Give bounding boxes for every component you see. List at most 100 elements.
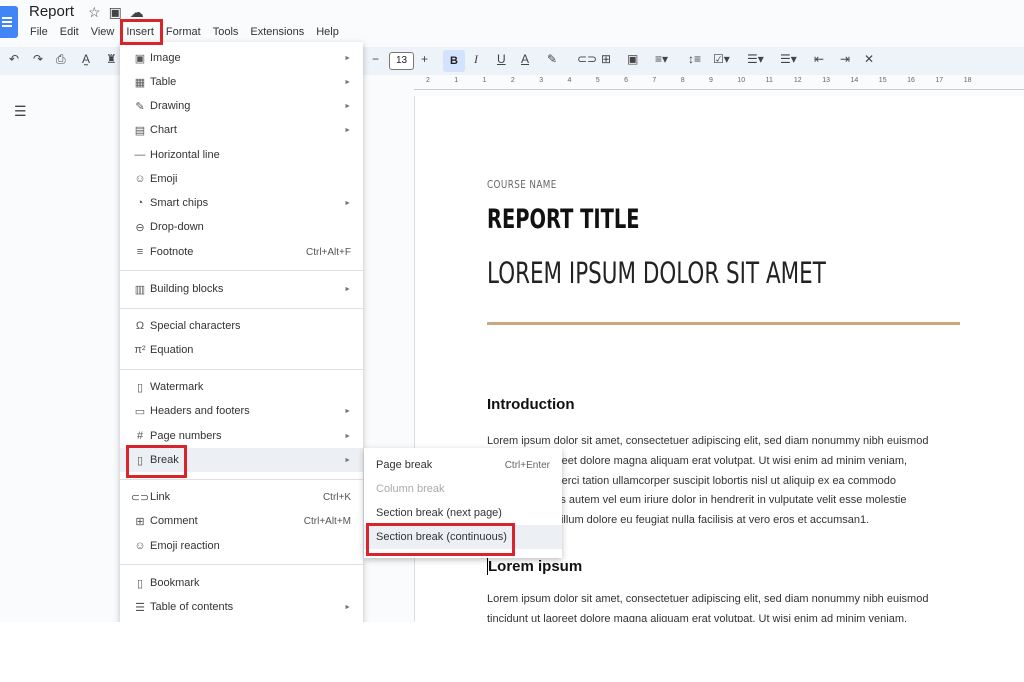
highlight-icon[interactable]: ✎ (547, 52, 557, 66)
menu-item-image[interactable]: ▣ Image ► (120, 46, 363, 70)
menu-divider (120, 308, 363, 309)
ruler-tick-label: 10 (737, 77, 746, 84)
menu-item-label: Footnote (150, 246, 194, 258)
spellcheck-icon[interactable]: A̰ (82, 52, 90, 66)
bulleted-list-icon[interactable]: ☰▾ (747, 52, 764, 66)
menu-item-equation[interactable]: π² Equation (120, 338, 363, 362)
submenu-item-label: Column break (376, 483, 445, 495)
menu-item-building-blocks[interactable]: ▥ Building blocks ► (120, 277, 363, 301)
ruler-tick-label: 13 (822, 77, 830, 84)
headers-footers-icon: ▭ (134, 405, 146, 418)
ruler-tick-label: 17 (935, 77, 944, 84)
increase-font-size-button[interactable]: + (421, 52, 428, 66)
ruler-tick-label: 12 (793, 77, 802, 84)
toc-icon: ☰ (135, 601, 145, 614)
menu-item-label: Bookmark (150, 577, 200, 589)
menu-item-headers-and-footers[interactable]: ▭ Headers and footers ► (120, 399, 363, 423)
menu-item-label: Comment (150, 515, 198, 527)
move-folder-icon[interactable]: ▣ (109, 4, 130, 20)
menu-item-page-numbers[interactable]: # Page numbers ► (120, 424, 363, 448)
menu-insert[interactable]: Insert (120, 24, 160, 40)
shortcut-text: Ctrl+Alt+M (303, 515, 351, 527)
menu-view[interactable]: View (85, 24, 121, 40)
ruler[interactable]: 2 1 1 2 3 4 5 6 7 8 9 10 11 12 13 14 15 16 17 18 (414, 76, 1024, 90)
menu-item-bookmark[interactable]: ▯ Bookmark (120, 571, 363, 595)
docs-logo-icon[interactable] (0, 6, 18, 38)
font-size-input[interactable]: 13 (389, 52, 414, 70)
menu-item-emoji[interactable]: ☺ Emoji (120, 167, 363, 191)
document-outline-icon[interactable]: ☰ (14, 103, 27, 120)
decrease-indent-icon[interactable]: ⇤ (814, 52, 824, 66)
ruler-tick-label: 1 (454, 77, 459, 84)
checklist-icon[interactable]: ☑▾ (713, 52, 730, 66)
menu-item-label: Drawing (150, 100, 191, 112)
paint-format-icon[interactable]: ♜ (106, 52, 117, 66)
increase-indent-icon[interactable]: ⇥ (840, 52, 850, 66)
submenu-arrow-icon: ► (344, 54, 351, 62)
menu-edit[interactable]: Edit (54, 24, 85, 40)
numbered-list-icon[interactable]: ☰▾ (780, 52, 797, 66)
menu-item-smart-chips[interactable]: ◔ Smart chips ► (120, 191, 363, 215)
docs-window: Report ☆▣☁ File Edit View Insert Format Tools… (0, 0, 1024, 622)
menu-item-label: Smart chips (150, 197, 209, 209)
menu-item-link[interactable]: ⊂⊃ Link Ctrl+K (120, 485, 363, 509)
ruler-tick-label: 18 (963, 77, 972, 84)
menu-help[interactable]: Help (310, 24, 345, 40)
menu-item-drop-down[interactable]: ⊖ Drop-down (120, 215, 363, 239)
ruler-tick-label: 9 (709, 77, 713, 84)
text-line: Lorem ipsum dolor sit amet, consectetuer… (487, 593, 929, 605)
shortcut-text: Ctrl+Alt+F (305, 246, 351, 258)
menu-item-footnote[interactable]: ≡ Footnote Ctrl+Alt+F (120, 240, 363, 264)
menu-extensions[interactable]: Extensions (244, 24, 310, 40)
line-spacing-icon[interactable]: ↕≡ (688, 52, 701, 66)
submenu-item-section-break-next-page[interactable]: Section break (next page) (364, 501, 562, 525)
emoji-icon: ☺ (134, 173, 146, 185)
underline-button[interactable]: U (497, 52, 506, 66)
print-icon[interactable]: ⎙ (56, 52, 66, 67)
insert-image-icon[interactable]: ▣ (627, 52, 638, 66)
menu-divider (120, 564, 363, 565)
menu-item-emoji-reaction[interactable]: ☺ Emoji reaction (120, 534, 363, 558)
menu-item-label: Page numbers (150, 430, 222, 442)
clear-formatting-icon[interactable]: ✕ (864, 52, 874, 66)
link-icon[interactable]: ⊂⊃ (577, 52, 597, 66)
menu-item-chart[interactable]: ▤ Chart ► (120, 118, 363, 142)
star-icon[interactable]: ☆ (88, 4, 109, 20)
paragraph-2: Lorem ipsum dolor sit amet, consectetuer… (487, 590, 967, 622)
menu-format[interactable]: Format (160, 24, 207, 40)
submenu-item-page-break[interactable]: Page break Ctrl+Enter (364, 453, 562, 477)
menu-item-horizontal-line[interactable]: — Horizontal line (120, 143, 363, 167)
cloud-status-icon[interactable]: ☁ (130, 4, 152, 20)
menu-item-table[interactable]: ▦ Table ► (120, 70, 363, 94)
menubar: File Edit View Insert Format Tools Extensions H… (24, 24, 345, 40)
bold-button[interactable]: B (443, 50, 465, 72)
menu-item-label: Special characters (150, 320, 241, 332)
submenu-item-section-break-continuous[interactable]: Section break (continuous) (364, 525, 562, 549)
menu-file[interactable]: File (24, 24, 54, 40)
undo-icon[interactable]: ↶ (9, 52, 19, 66)
add-comment-icon[interactable]: ⊞ (601, 52, 611, 66)
menu-item-break[interactable]: ▯ Break ► (120, 448, 363, 472)
heading-introduction: Introduction (487, 396, 575, 413)
footnote-icon: ≡ (136, 246, 144, 258)
doc-title[interactable]: Report (29, 3, 74, 20)
redo-icon[interactable]: ↷ (33, 52, 43, 66)
ruler-tick-label: 15 (878, 77, 887, 84)
table-icon: ▦ (134, 76, 146, 89)
ruler-tick-label: 4 (567, 77, 572, 84)
menu-item-label: Equation (150, 344, 194, 356)
omega-icon: Ω (135, 320, 145, 332)
menu-item-table-of-contents[interactable]: ☰ Table of contents ► (120, 595, 363, 619)
text-color-button[interactable]: A (521, 52, 529, 66)
menu-divider (120, 369, 363, 370)
menu-item-watermark[interactable]: ▯ Watermark (120, 375, 363, 399)
decrease-font-size-button[interactable]: − (372, 52, 379, 66)
align-icon[interactable]: ≡▾ (655, 52, 668, 66)
menu-tools[interactable]: Tools (207, 24, 245, 40)
menu-item-label: Watermark (150, 381, 204, 393)
menu-item-label: Emoji (150, 173, 178, 185)
menu-item-special-characters[interactable]: Ω Special characters (120, 314, 363, 338)
menu-item-comment[interactable]: ⊞ Comment Ctrl+Alt+M (120, 509, 363, 533)
menu-item-drawing[interactable]: ✎ Drawing ► (120, 94, 363, 118)
italic-button[interactable]: I (474, 52, 478, 67)
